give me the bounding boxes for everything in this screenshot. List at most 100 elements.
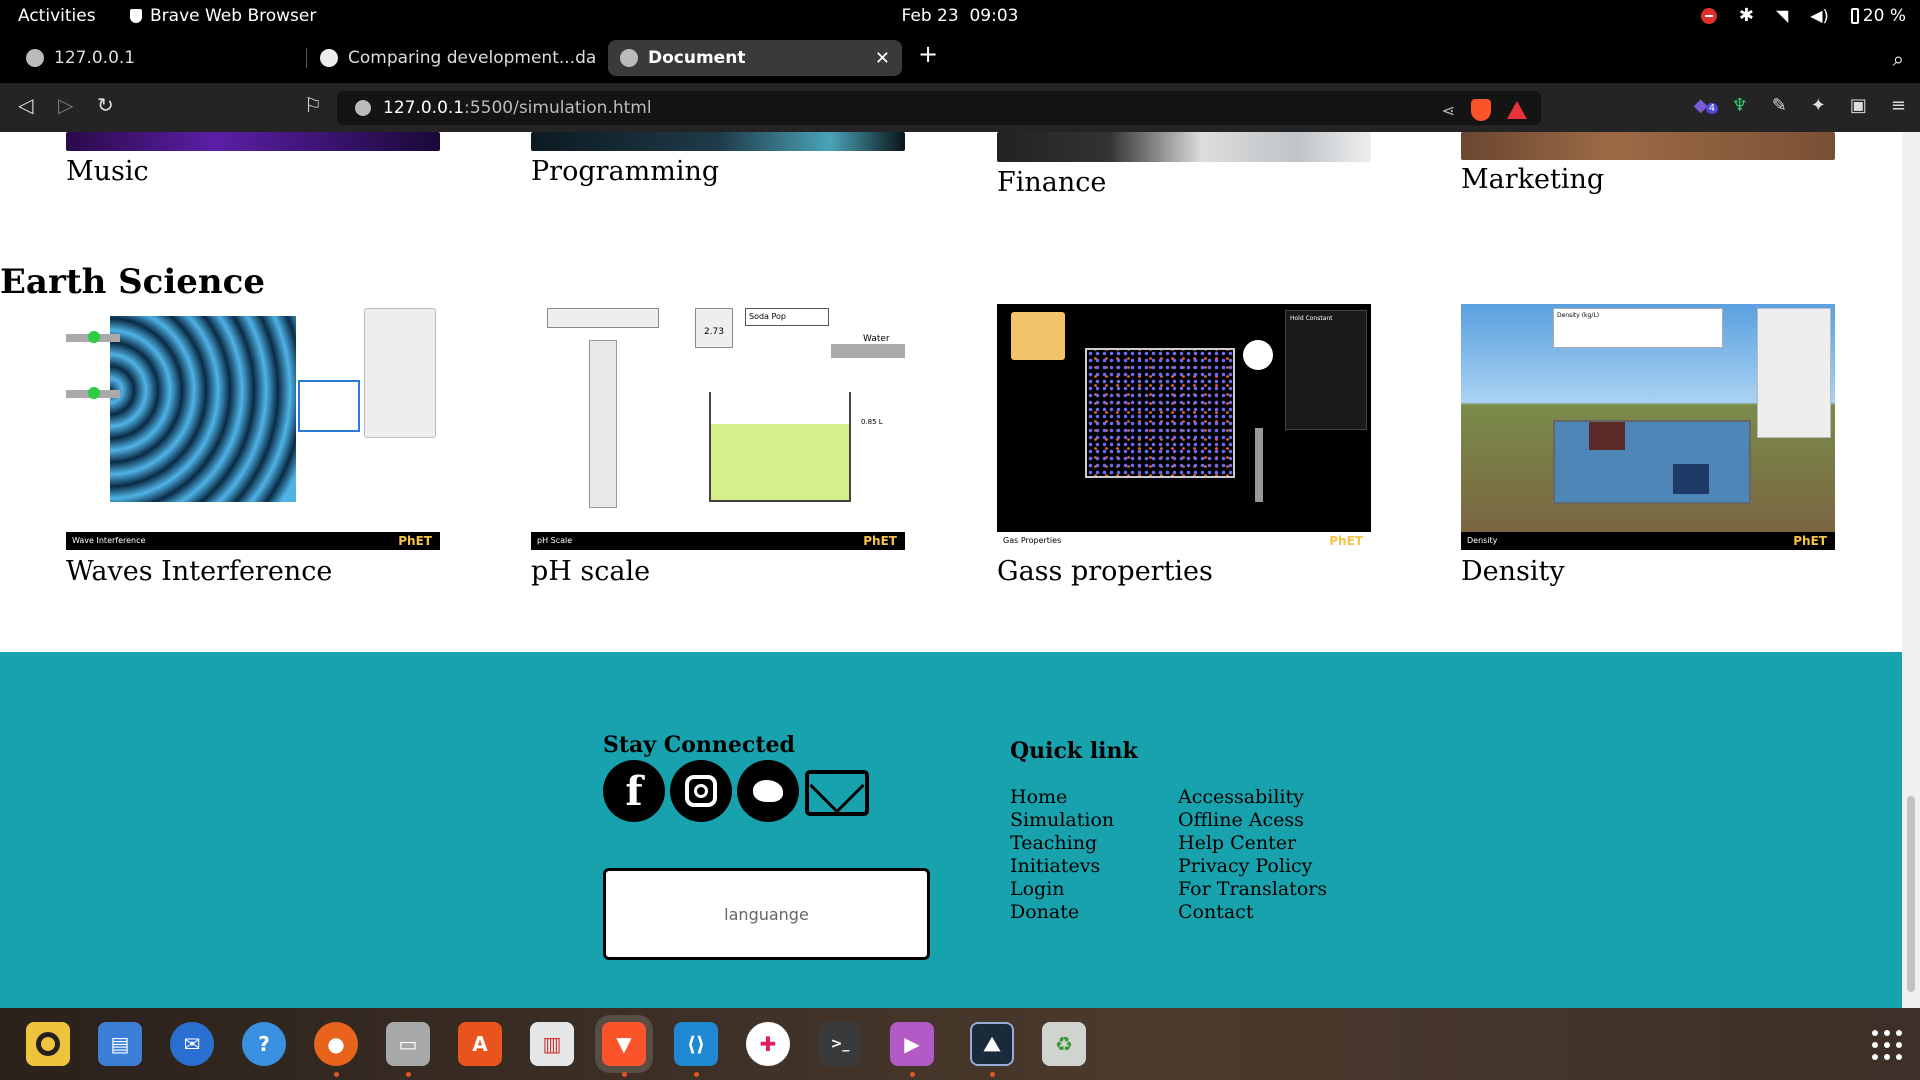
footer-link-accessibility[interactable]: Accessability — [1178, 786, 1327, 809]
control-panel — [364, 308, 436, 438]
phet-logo: PhET — [398, 534, 432, 548]
brave-shields-icon[interactable] — [1471, 99, 1491, 121]
close-tab-icon[interactable]: ✕ — [875, 48, 890, 69]
card-label: Gass properties — [997, 556, 1213, 587]
sim-thumbnail: Wave Interference PhET — [66, 304, 440, 550]
url-path: :5500/simulation.html — [464, 98, 652, 118]
instagram-icon[interactable] — [670, 760, 732, 822]
sim-nav-bar: Gas Properties — [997, 532, 1371, 550]
search-tabs-icon[interactable]: ⌕ — [1893, 47, 1904, 71]
new-tab-button[interactable]: + — [918, 40, 938, 68]
bookmark-icon[interactable]: ⚐ — [304, 93, 322, 117]
card-label: pH scale — [531, 556, 651, 587]
hold-constant-title: Hold Constant — [1290, 315, 1333, 322]
running-indicator — [334, 1072, 339, 1077]
footer-link-teaching[interactable]: Teaching — [1010, 832, 1114, 855]
volume-label: 0.85 L — [861, 418, 883, 426]
extension-bird-icon[interactable]: ♆ — [1732, 95, 1748, 116]
files-icon[interactable]: ▭ — [386, 1022, 430, 1066]
battery-percent: 20 % — [1862, 5, 1906, 26]
quick-links-column-1: Home Simulation Teaching Initiatevs Logi… — [1010, 786, 1114, 924]
video-player-icon[interactable]: ▶ — [890, 1022, 934, 1066]
density-title: Density (kg/L) — [1557, 312, 1600, 319]
footer-link-login[interactable]: Login — [1010, 878, 1114, 901]
page-scrollbar[interactable] — [1902, 132, 1920, 1008]
tab-localhost[interactable]: 127.0.0.1 — [14, 40, 304, 76]
log-scale — [589, 340, 617, 508]
vscode-icon[interactable]: ⟨⟩ — [674, 1022, 718, 1066]
address-bar[interactable]: 127.0.0.1 :5500/simulation.html ⋖ — [337, 91, 1541, 125]
app-center-icon[interactable]: A — [458, 1022, 502, 1066]
extension-wallet-icon[interactable]: ◆ 4 — [1694, 95, 1719, 116]
brave-dock-icon[interactable]: ▼ — [602, 1022, 646, 1066]
thunderbird-icon[interactable]: ✉ — [170, 1022, 214, 1066]
reload-icon[interactable]: ↻ — [97, 93, 114, 117]
eyedropper-icon[interactable]: ✎ — [1772, 95, 1787, 116]
url-host: 127.0.0.1 — [383, 98, 465, 118]
block-red — [1589, 422, 1625, 450]
tab-document[interactable]: Document ✕ — [608, 40, 902, 76]
running-indicator — [694, 1072, 699, 1077]
document-viewer-icon[interactable]: ▥ — [530, 1022, 574, 1066]
text-editor-icon[interactable]: ▤ — [98, 1022, 142, 1066]
scrollbar-thumb[interactable] — [1907, 796, 1915, 992]
sim-nav-bar: Wave Interference — [66, 532, 440, 550]
solution-select: Soda Pop — [745, 308, 829, 326]
web-page: Music Programming Finance Marketing Eart… — [0, 132, 1902, 1008]
show-apps-icon[interactable] — [1872, 1030, 1902, 1060]
extensions-puzzle-icon[interactable]: ✦ — [1811, 95, 1826, 116]
footer-link-offline-access[interactable]: Offline Acess — [1178, 809, 1327, 832]
sim-nav-bar: pH Scale — [531, 532, 905, 550]
dock: ▤ ✉ ? ● ▭ A ▥ ▼ ⟨⟩ ✚ >_ ▶ ⛰ ♻ — [0, 1008, 1920, 1080]
twitter-icon[interactable] — [737, 760, 799, 822]
card-label: Music — [66, 156, 149, 187]
tab-github[interactable]: Comparing development...da — [308, 40, 604, 76]
wallet-icon[interactable]: ▣ — [1850, 95, 1867, 116]
time-label[interactable]: 09:03 — [969, 6, 1018, 26]
footer-link-donate[interactable]: Donate — [1010, 901, 1114, 924]
accessibility-icon: ✱ — [1738, 5, 1754, 26]
help-icon[interactable]: ? — [242, 1022, 286, 1066]
facebook-icon[interactable]: f — [603, 760, 665, 822]
activities-button[interactable]: Activities — [18, 6, 96, 26]
site-info-icon[interactable] — [355, 100, 371, 116]
footer-link-initiatives[interactable]: Initiatevs — [1010, 855, 1114, 878]
language-input[interactable]: languange — [603, 868, 930, 960]
footer-link-home[interactable]: Home — [1010, 786, 1114, 809]
app-menu[interactable]: Brave Web Browser — [130, 6, 316, 26]
extensions-area: ◆ 4 ♆ ✎ ✦ ▣ ≡ — [1694, 95, 1920, 116]
brave-rewards-icon[interactable] — [1507, 101, 1527, 119]
forward-icon[interactable]: ▷ — [58, 93, 73, 117]
site-footer: Stay Connected f languange Quick link Ho… — [0, 652, 1902, 1008]
sim-nav-bar: Density — [1461, 532, 1835, 550]
footer-link-contact[interactable]: Contact — [1178, 901, 1327, 924]
sim-thumbnail: 2.73 Soda Pop Water 0.85 L pH Scale PhET — [531, 304, 905, 550]
card-image — [997, 132, 1371, 162]
screenshot-icon[interactable]: ⛰ — [970, 1022, 1014, 1066]
tab-title: Comparing development...da — [348, 48, 597, 68]
trash-icon[interactable]: ♻ — [1042, 1022, 1086, 1066]
running-indicator — [406, 1072, 411, 1077]
system-tray[interactable]: ✱ ◥ ◀) 20 % — [1700, 5, 1906, 26]
menu-icon[interactable]: ≡ — [1891, 95, 1906, 116]
mail-icon[interactable] — [805, 770, 869, 816]
footer-link-privacy-policy[interactable]: Privacy Policy — [1178, 855, 1327, 878]
back-icon[interactable]: ◁ — [18, 93, 33, 117]
firefox-icon[interactable]: ● — [314, 1022, 358, 1066]
share-icon[interactable]: ⋖ — [1442, 101, 1455, 120]
water-faucet — [831, 344, 905, 358]
footer-link-simulation[interactable]: Simulation — [1010, 809, 1114, 832]
slack-icon[interactable]: ✚ — [746, 1022, 790, 1066]
terminal-icon[interactable]: >_ — [818, 1022, 862, 1066]
footer-link-help-center[interactable]: Help Center — [1178, 832, 1327, 855]
card-label: Density — [1461, 556, 1565, 587]
wall-collisions-panel — [1011, 312, 1065, 360]
rhythmbox-icon[interactable] — [26, 1022, 70, 1066]
footer-link-translators[interactable]: For Translators — [1178, 878, 1327, 901]
instagram-glyph — [685, 775, 717, 807]
browser-toolbar: ◁ ▷ ↻ ⚐ 127.0.0.1 :5500/simulation.html … — [0, 83, 1920, 132]
tab-title: Document — [648, 48, 746, 68]
date-label[interactable]: Feb 23 — [902, 6, 959, 26]
brave-app-icon — [130, 9, 142, 23]
battery-icon — [1850, 7, 1859, 24]
